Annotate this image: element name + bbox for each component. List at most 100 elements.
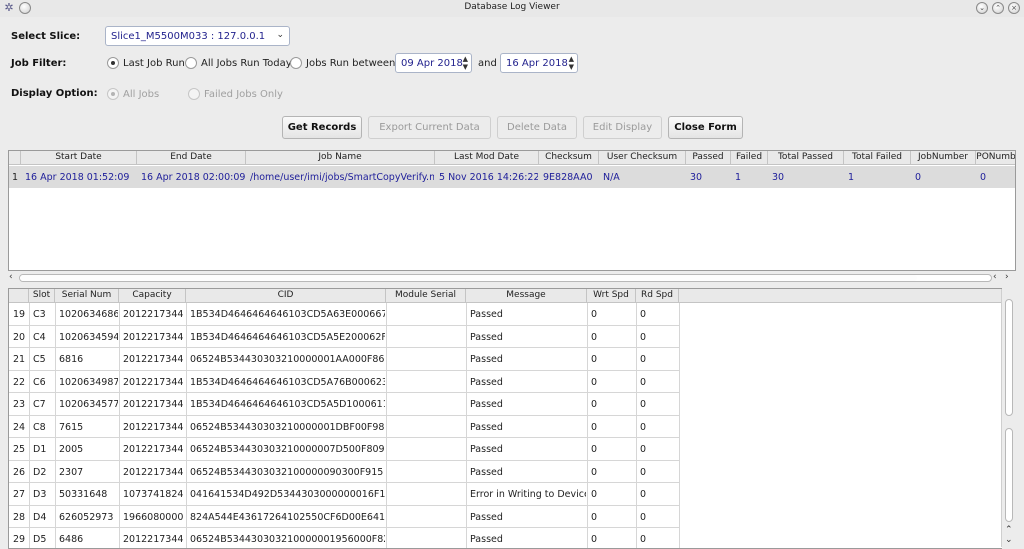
table-cell: 06524B534430303210000001956000F825 <box>190 534 385 545</box>
table-cell: 0 <box>591 489 598 500</box>
jobs-column-header[interactable]: JobNumber <box>911 151 976 165</box>
scroll-up-icon[interactable]: ⌃ <box>1005 525 1013 535</box>
column-divider <box>587 303 588 548</box>
table-cell: 0 <box>640 421 647 433</box>
table-cell: 0 <box>591 376 598 388</box>
scroll-down-icon[interactable]: ⌄ <box>1005 535 1013 545</box>
table-cell: 0 <box>640 376 647 388</box>
table-cell: 2012217344 <box>123 309 184 320</box>
jobs-column-header[interactable]: Start Date <box>21 151 137 165</box>
minimize-icon[interactable]: ⌄ <box>976 2 988 14</box>
radio-last-job-run[interactable]: Last Job Run <box>107 57 185 69</box>
detail-vertical-scrollbar[interactable]: ⌃ ⌄ <box>1001 289 1016 547</box>
column-divider <box>466 303 467 548</box>
row-number: 23 <box>12 399 26 410</box>
close-icon[interactable]: × <box>1008 2 1020 14</box>
table-cell: C4 <box>33 331 46 343</box>
and-label: and <box>478 58 497 69</box>
table-cell: 041641534D492D5344303000000016F1 <box>190 489 385 500</box>
table-cell: 0 <box>640 331 647 343</box>
table-cell: 7615 <box>59 421 84 433</box>
radio-failed-only[interactable]: Failed Jobs Only <box>188 88 283 100</box>
jobs-column-header[interactable]: End Date <box>137 151 246 165</box>
slice-select-value: Slice1_M5500M033 : 127.0.0.1 <box>111 31 266 42</box>
table-cell: 2005 <box>59 444 84 455</box>
detail-column-header[interactable]: Wrt Spd <box>587 289 636 303</box>
export-current-data-button[interactable]: Export Current Data <box>368 116 491 139</box>
chevron-down-icon: ⌄ <box>276 30 284 40</box>
detail-column-header[interactable]: Serial Num <box>55 289 119 303</box>
scroll-left-icon[interactable]: ‹ <box>9 272 13 282</box>
jobs-column-header[interactable]: User Checksum <box>599 151 686 165</box>
row-number: 1 <box>11 172 19 183</box>
radio-circle-selected <box>107 57 119 69</box>
jobs-column-header[interactable]: Passed <box>686 151 731 165</box>
scroll-thumb[interactable] <box>1005 428 1013 522</box>
table-cell: 0 <box>915 172 922 183</box>
table-cell: 0 <box>591 511 598 523</box>
row-number: 19 <box>12 309 26 320</box>
table-cell: C8 <box>33 421 46 433</box>
table-cell: 1073741824 <box>123 489 184 500</box>
table-cell: 2307 <box>59 466 84 478</box>
column-divider <box>55 303 56 548</box>
maximize-icon[interactable]: ⌃ <box>992 2 1004 14</box>
jobs-horizontal-scrollbar[interactable]: ‹ ‹ › <box>8 271 1016 285</box>
slice-select[interactable]: Slice1_M5500M033 : 127.0.0.1 ⌄ <box>105 26 290 46</box>
jobs-column-header[interactable]: Checksum <box>539 151 599 165</box>
table-cell: 2012217344 <box>123 466 184 478</box>
jobs-column-header[interactable]: PONumb <box>976 151 1015 165</box>
scroll-right-icon[interactable]: › <box>1005 272 1009 282</box>
scroll-left-icon[interactable]: ‹ <box>993 272 997 282</box>
detail-column-header[interactable]: Slot <box>29 289 55 303</box>
column-divider <box>29 303 30 548</box>
close-form-button[interactable]: Close Form <box>668 116 743 139</box>
scroll-thumb-upper[interactable] <box>1005 299 1013 416</box>
date-to-spinner[interactable]: 16 Apr 2018 ▲ ▼ <box>500 53 578 73</box>
table-cell: 1020634594 <box>59 331 118 343</box>
row-number: 22 <box>12 376 26 388</box>
table-cell: 0 <box>591 309 598 320</box>
radio-circle <box>290 57 302 69</box>
jobs-column-header[interactable]: Total Passed <box>768 151 844 165</box>
radio-jobs-between[interactable]: Jobs Run between <box>290 57 395 69</box>
table-cell: 1020634686 <box>59 309 118 320</box>
table-cell: 0 <box>591 534 598 545</box>
column-divider <box>186 303 187 548</box>
edit-display-button[interactable]: Edit Display <box>583 116 662 139</box>
date-from-spinner[interactable]: 09 Apr 2018 ▲ ▼ <box>395 53 472 73</box>
jobs-column-header[interactable]: Last Mod Date <box>435 151 539 165</box>
table-cell: Passed <box>470 376 503 388</box>
table-cell: D3 <box>33 489 47 500</box>
row-number: 20 <box>12 331 26 343</box>
radio-all-jobs[interactable]: All Jobs <box>107 88 159 100</box>
scroll-thumb[interactable] <box>20 275 917 281</box>
radio-failed-only-label: Failed Jobs Only <box>204 88 283 100</box>
detail-column-header[interactable]: Module Serial <box>386 289 466 303</box>
jobs-column-header[interactable]: Job Name <box>246 151 435 165</box>
radio-all-jobs-today[interactable]: All Jobs Run Today <box>185 57 292 69</box>
delete-data-button[interactable]: Delete Data <box>497 116 577 139</box>
table-cell: C6 <box>33 376 46 388</box>
table-cell: D5 <box>33 534 47 545</box>
jobs-table: Start Date End Date Job Name Last Mod Date C… <box>8 150 1016 271</box>
spinner-arrows-icon[interactable]: ▲ ▼ <box>463 55 468 71</box>
jobs-column-header[interactable]: Failed <box>731 151 768 165</box>
detail-column-header[interactable]: Rd Spd <box>636 289 679 303</box>
jobs-column-header[interactable]: Total Failed <box>844 151 911 165</box>
detail-column-header[interactable]: CID <box>186 289 386 303</box>
jobs-header-corner <box>9 151 21 165</box>
slice-label: Select Slice: <box>11 31 81 42</box>
detail-column-header[interactable]: Capacity <box>119 289 186 303</box>
radio-last-job-run-label: Last Job Run <box>123 57 185 69</box>
radio-circle <box>188 88 200 100</box>
table-cell: 2012217344 <box>123 534 184 545</box>
spinner-arrows-icon[interactable]: ▲ ▼ <box>569 55 574 71</box>
table-cell: 0 <box>640 354 647 365</box>
table-cell: 9E828AA0 <box>543 172 593 183</box>
column-divider <box>386 303 387 548</box>
get-records-button[interactable]: Get Records <box>282 116 362 139</box>
radio-circle-selected <box>107 88 119 100</box>
table-cell: 06524B5344303032100000090300F915 <box>190 466 384 478</box>
detail-column-header[interactable]: Message <box>466 289 587 303</box>
